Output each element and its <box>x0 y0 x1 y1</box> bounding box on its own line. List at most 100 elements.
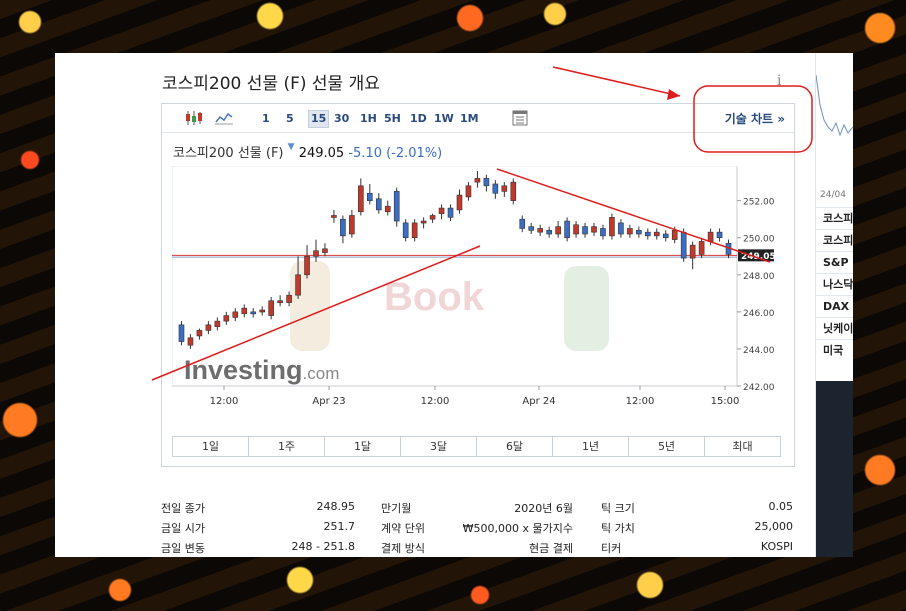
sidebar-market-item[interactable]: 코스피 <box>816 207 853 229</box>
interval-1d[interactable]: 1D <box>410 111 427 127</box>
price-down-icon: ▼ <box>287 142 295 152</box>
candle-body <box>259 309 265 313</box>
stat-value: 25,000 <box>754 520 794 533</box>
candle-body <box>546 230 552 235</box>
candle-body <box>367 192 373 201</box>
candle-body <box>501 185 508 192</box>
candle-body <box>465 185 472 198</box>
sidebar-market-item[interactable]: 나스닥 <box>816 273 853 295</box>
interval-1[interactable]: 1 <box>262 111 270 127</box>
interval-1m[interactable]: 1M <box>460 111 479 127</box>
current-price-label: 249.05 <box>741 252 776 262</box>
range-button-6[interactable]: 1년 <box>553 437 629 456</box>
candle-body <box>510 181 517 201</box>
interval-5[interactable]: 5 <box>286 111 294 127</box>
candle-body <box>456 194 463 211</box>
range-button-4[interactable]: 3달 <box>401 437 477 456</box>
x-tick-label: 15:00 <box>711 396 740 407</box>
candle-body <box>187 337 194 346</box>
candle-body <box>447 207 454 218</box>
candle-body <box>645 231 651 237</box>
range-button-2[interactable]: 1주 <box>249 437 325 456</box>
candle-body <box>519 218 526 229</box>
futures-overview-panel: 코스피200 선물 (F) 선물 개요 i 1 5 15 30 1H 5H 1D… <box>55 53 852 557</box>
stat-label: 계약 단위 <box>381 522 425 535</box>
sidebar-market-item[interactable]: S&P <box>816 251 853 273</box>
chart-settings-icon[interactable] <box>510 108 530 128</box>
line-chart-icon[interactable] <box>214 108 234 128</box>
interval-15[interactable]: 15 <box>308 110 330 128</box>
candle-body <box>627 228 633 235</box>
candle-body <box>636 230 642 235</box>
candle-body <box>698 241 705 255</box>
stat-label: 금일 변동 <box>161 542 205 555</box>
y-tick-label: 248.00 <box>743 272 775 282</box>
sidebar-market-item[interactable]: 코스피 <box>816 229 853 251</box>
candle-body <box>725 242 732 255</box>
stat-label: 전일 종가 <box>161 502 205 515</box>
candle-body <box>375 198 382 211</box>
candle-body <box>438 207 445 214</box>
sidebar-market-item[interactable]: 닛케이 <box>816 317 853 339</box>
chart-widget: 1 5 15 30 1H 5H 1D 1W 1M 기술 차트 » 코스피200 선물 (F) ▼… <box>161 103 795 467</box>
range-button-8[interactable]: 최대 <box>705 437 780 456</box>
candle-body <box>492 183 499 194</box>
stat-label: 티커 <box>601 542 622 555</box>
candlestick-icon[interactable] <box>184 108 204 128</box>
candle-body <box>349 215 355 235</box>
stat-row: 금일 변동 248 - 251.8 결제 방식 현금 결제 티커 KOSPI <box>161 537 797 557</box>
candle-body <box>537 228 543 233</box>
sidebar-sparkline <box>816 74 853 137</box>
stat-label: 틱 가치 <box>601 522 635 535</box>
candle-body <box>196 330 203 337</box>
range-button-7[interactable]: 5년 <box>629 437 705 456</box>
candle-body <box>671 230 678 240</box>
candle-body <box>384 205 391 213</box>
investing-watermark-brand: Investing <box>184 355 303 385</box>
candle-body <box>653 231 660 237</box>
range-button-1[interactable]: 1일 <box>173 437 249 456</box>
candle-body <box>304 255 310 276</box>
candle-body <box>393 191 400 222</box>
sidebar-ad <box>816 381 853 557</box>
candle-body <box>178 324 185 342</box>
page-title: 코스피200 선물 (F) 선물 개요 <box>162 74 380 94</box>
stat-value: 248 - 251.8 <box>291 540 355 553</box>
stat-row: 금일 시가 251.7 계약 단위 ₩500,000 x 물가지수 틱 가치 25,000 <box>161 517 797 537</box>
candle-body <box>358 185 364 213</box>
sidebar-market-item[interactable]: 미국 <box>816 339 853 361</box>
price-change-percent: (-2.01%) <box>386 146 443 161</box>
candle-body <box>600 228 606 237</box>
candle-body <box>555 226 561 235</box>
x-tick-label: 12:00 <box>626 396 655 407</box>
stat-label: 결제 방식 <box>381 542 425 555</box>
candle-body <box>528 226 535 231</box>
candle-body <box>420 220 427 224</box>
stat-value: KOSPI <box>760 540 793 553</box>
stat-row: 전일 종가 248.95 만기월 2020년 6월 틱 크기 0.05 <box>161 497 797 517</box>
range-button-5[interactable]: 6달 <box>477 437 553 456</box>
stat-value: 현금 결제 <box>529 542 573 555</box>
stat-value: 248.95 <box>316 500 356 513</box>
sidebar-market-item[interactable]: DAX <box>816 295 853 317</box>
markets-sidebar: 24/04 코스피 코스피 S&P 나스닥 DAX 닛케이 미국 <box>815 53 853 557</box>
candle-body <box>295 274 301 296</box>
candle-body <box>214 320 221 327</box>
info-icon[interactable]: i <box>777 73 781 89</box>
candle-body <box>205 324 212 331</box>
x-tick-label: 12:00 <box>421 396 450 407</box>
interval-1w[interactable]: 1W <box>434 111 454 127</box>
chart-plot-area[interactable]: Investing.com Book 252.00 250.00 248.00 246.0… <box>171 165 786 426</box>
candle-body <box>474 178 481 183</box>
sidebar-date: 24/04 <box>820 190 846 200</box>
stat-label: 금일 시가 <box>161 522 205 535</box>
candle-body <box>689 244 696 259</box>
technical-chart-link[interactable]: 기술 차트 » <box>725 110 785 127</box>
candlestick-chart[interactable]: Investing.com Book 252.00 250.00 248.00 246.0… <box>171 165 786 426</box>
x-tick-label: 12:00 <box>210 396 239 407</box>
stat-label: 만기월 <box>381 502 412 515</box>
interval-1h[interactable]: 1H <box>360 111 377 127</box>
interval-30[interactable]: 30 <box>334 111 349 127</box>
range-button-3[interactable]: 1달 <box>325 437 401 456</box>
interval-5h[interactable]: 5H <box>384 111 401 127</box>
